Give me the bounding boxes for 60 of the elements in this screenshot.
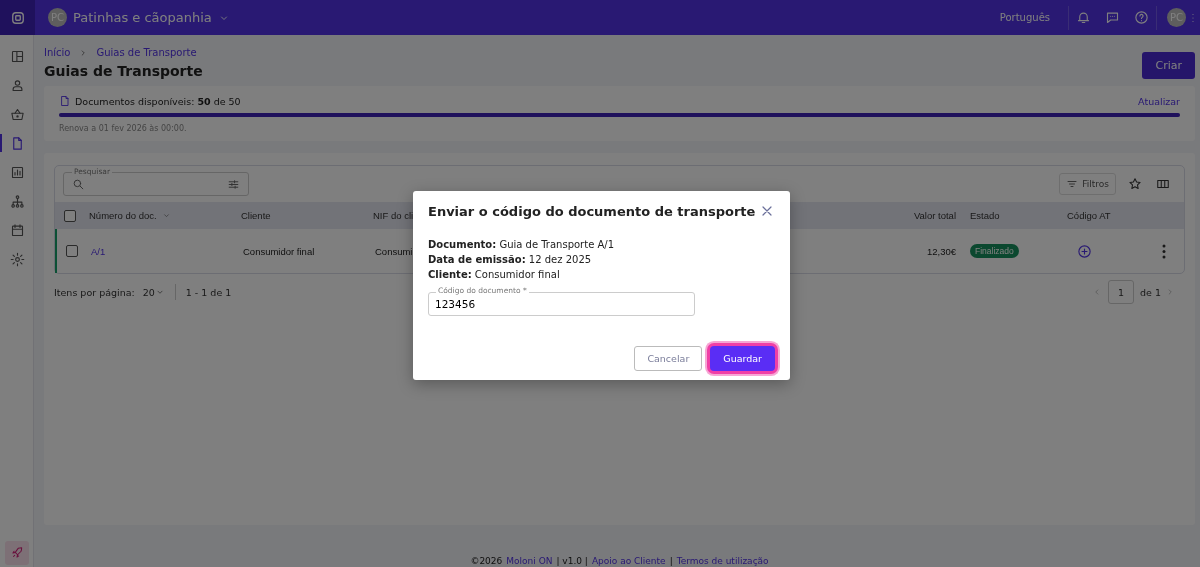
column-header: Estado: [970, 210, 1001, 221]
document-icon: [59, 95, 71, 107]
column-header: Código AT: [1067, 210, 1112, 221]
network-icon: [10, 193, 25, 209]
version-text: | v1.0 |: [556, 556, 588, 566]
breadcrumb-link[interactable]: Início: [44, 47, 71, 58]
settings-icon: [10, 251, 25, 267]
calendar-icon: [10, 222, 25, 238]
dashboard-icon: [10, 48, 25, 64]
more-icon[interactable]: [1162, 243, 1166, 259]
person-icon: [10, 77, 25, 93]
items-per-page-label: Itens por página:: [54, 286, 135, 298]
page-title: Guias de Transporte: [44, 62, 203, 79]
cancel-button[interactable]: Cancelar: [634, 346, 703, 371]
rocket-icon: [9, 546, 24, 560]
basket-icon: [10, 106, 25, 122]
help-icon: [1134, 10, 1149, 25]
column-header: Cliente: [241, 210, 272, 221]
add-circle-icon: [1077, 243, 1092, 259]
column-header: NIF do cli: [373, 210, 414, 221]
document-icon: [10, 135, 25, 151]
copyright-text: ©2026: [470, 556, 503, 566]
company-name[interactable]: Patinhas e cãopanhia: [73, 10, 212, 25]
detail-text: Cliente: Consumidor final: [428, 268, 561, 282]
range-text: 1 - 1 de 1: [185, 286, 232, 298]
table-cell: Consumi: [375, 245, 413, 257]
search-icon: [72, 177, 85, 191]
document-link[interactable]: A/1: [91, 245, 243, 257]
column-header[interactable]: Número do doc.: [89, 210, 157, 221]
quota-text: Documentos disponíveis: 50 de 50: [75, 95, 241, 107]
page-field[interactable]: 1: [1108, 280, 1135, 304]
star-icon: [1128, 177, 1142, 191]
select-all-checkbox[interactable]: [64, 209, 76, 222]
dialog-title: Enviar o código do documento de transporte: [428, 203, 756, 219]
sliders-icon: [227, 177, 240, 191]
bell-icon: [1076, 10, 1091, 25]
table-cell-text: Consumidor final: [243, 245, 316, 257]
rocket-button[interactable]: [4, 541, 29, 565]
status-badge: Finalizado: [970, 244, 1019, 258]
brand-link[interactable]: Moloni ON: [506, 556, 553, 566]
sort-down-icon: [161, 211, 171, 220]
language-selector[interactable]: Português: [993, 11, 1056, 24]
terms-link[interactable]: Termos de utilização: [676, 556, 769, 566]
breadcrumb-link[interactable]: Guias de Transporte: [96, 47, 197, 58]
items-per-page-select[interactable]: 20: [142, 286, 155, 298]
detail-text: Documento: Guia de Transporte A/1: [428, 238, 616, 252]
row-checkbox[interactable]: [66, 245, 78, 257]
table-cell-text: 12,30€: [925, 245, 957, 257]
columns-icon: [1156, 177, 1170, 191]
create-button[interactable]: Criar: [1142, 52, 1195, 79]
column-header: Valor total: [912, 210, 957, 221]
separator-text: |: [669, 556, 673, 566]
detail-text: Data de emissão: 12 dez 2025: [428, 253, 593, 267]
support-link[interactable]: Apoio ao Cliente: [591, 556, 666, 566]
refresh-link[interactable]: Atualizar: [1138, 95, 1180, 107]
chat-icon: [1105, 10, 1120, 25]
filters-button[interactable]: Filtros: [1059, 173, 1116, 195]
filter-icon: [1066, 178, 1079, 190]
page-total: de 1: [1140, 286, 1161, 298]
chart-icon: [10, 164, 25, 180]
